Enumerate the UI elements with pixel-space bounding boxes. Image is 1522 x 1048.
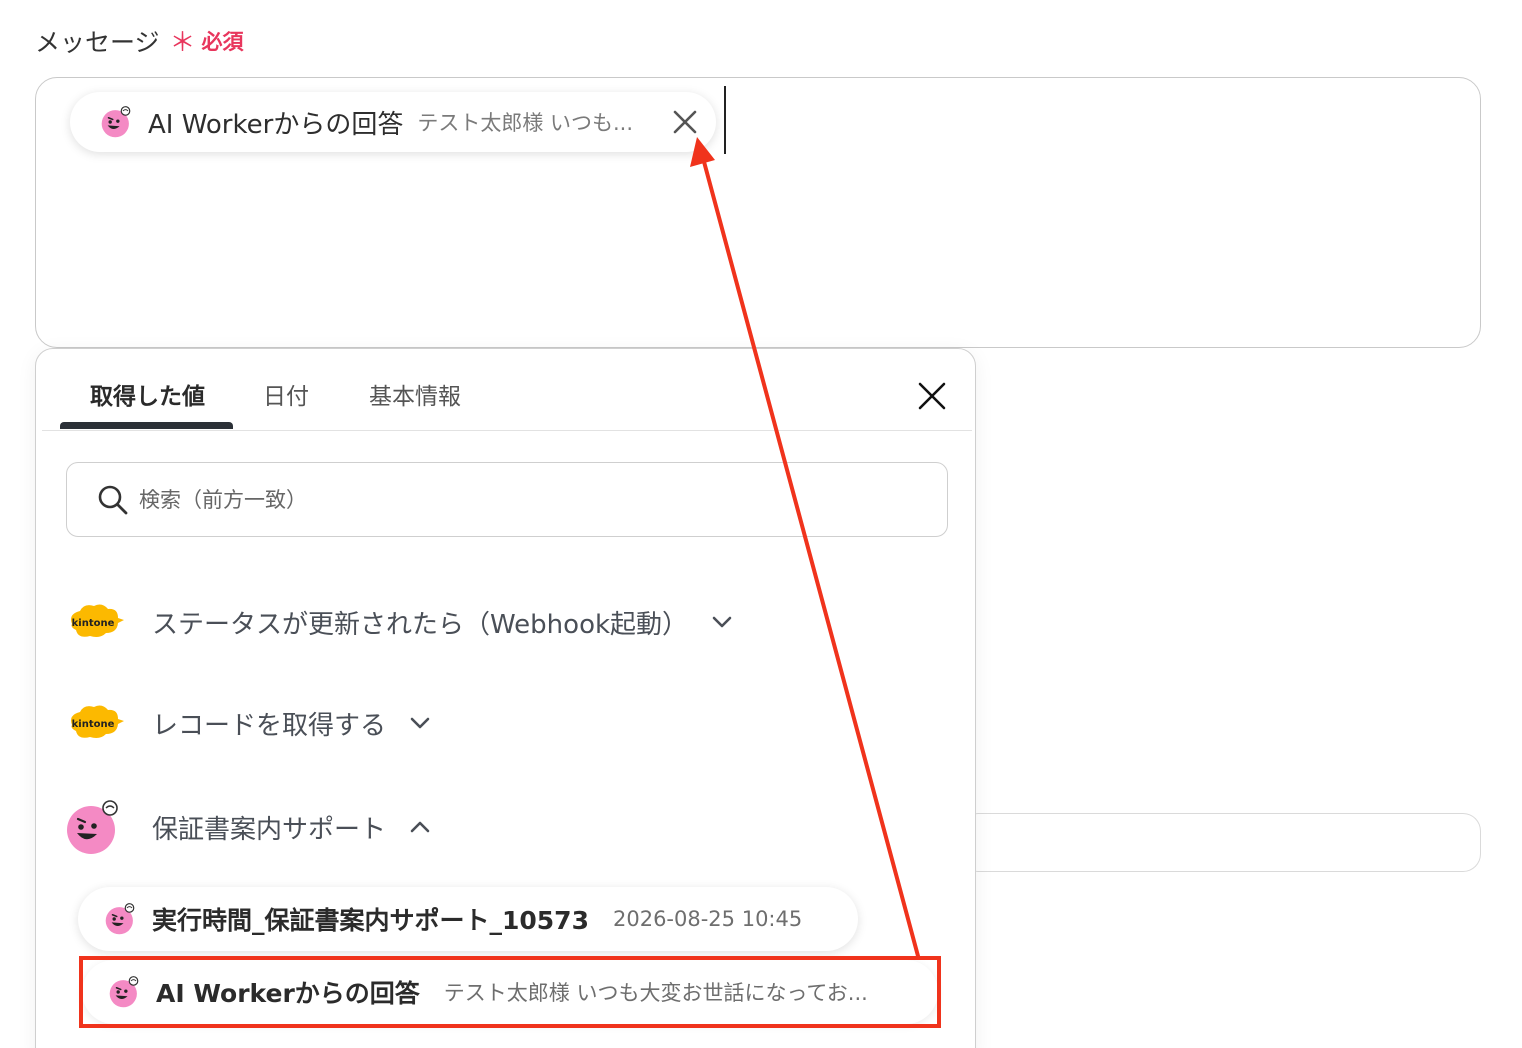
source-label: レコードを取得する — [152, 710, 387, 741]
chip-preview: テスト太郎様 いつも... — [417, 111, 634, 135]
tab-date[interactable]: 日付 — [263, 377, 309, 411]
ai-worker-icon — [105, 903, 135, 935]
ai-worker-icon — [67, 800, 118, 854]
background-input-field[interactable] — [960, 813, 1481, 872]
panel-tabs: 取得した値 日付 基本情報 — [42, 349, 972, 431]
inserted-value-chip[interactable]: AI Workerからの回答 テスト太郎様 いつも... — [70, 92, 716, 152]
kintone-logo: kintone — [71, 705, 124, 738]
item-value: テスト太郎様 いつも大変お世話になってお... — [443, 981, 868, 1005]
field-label-text: メッセージ — [35, 27, 160, 57]
ai-worker-icon — [101, 106, 131, 138]
kintone-logo-text: kintone — [72, 618, 115, 629]
required-text: 必須 — [201, 29, 244, 54]
ai-worker-icon — [109, 976, 139, 1008]
chevron-down-icon — [410, 717, 430, 729]
value-item-ai-worker-answer[interactable]: AI Workerからの回答 テスト太郎様 いつも大変お世話になってお... — [82, 960, 938, 1024]
source-label: 保証書案内サポート — [152, 814, 387, 845]
chevron-up-icon — [410, 821, 430, 833]
item-title: AI Workerからの回答 — [156, 979, 420, 1008]
item-value: 2026-08-25 10:45 — [612, 907, 803, 931]
kintone-logo-text: kintone — [72, 719, 115, 730]
search-icon — [98, 485, 128, 514]
kintone-logo: kintone — [71, 604, 124, 637]
message-field-label: メッセージ ＊ 必須 — [35, 22, 244, 59]
chip-close-icon[interactable] — [670, 107, 700, 137]
close-icon[interactable] — [916, 380, 948, 412]
source-label: ステータスが更新されたら（Webhook起動） — [152, 609, 689, 640]
source-get-record[interactable]: kintone レコードを取得する — [66, 703, 432, 743]
source-status-updated[interactable]: kintone ステータスが更新されたら（Webhook起動） — [66, 602, 734, 642]
value-item-execution-time[interactable]: 実行時間_保証書案内サポート_10573 2026-08-25 10:45 — [78, 887, 858, 951]
source-warranty-support[interactable]: 保証書案内サポート — [66, 799, 432, 855]
item-title: 実行時間_保証書案内サポート_10573 — [152, 906, 589, 935]
tab-fetched-values[interactable]: 取得した値 — [90, 377, 205, 411]
required-star: ＊ — [169, 28, 196, 58]
search-input[interactable] — [139, 487, 879, 512]
tab-basic-info[interactable]: 基本情報 — [369, 377, 461, 411]
chip-title: AI Workerからの回答 — [148, 109, 404, 140]
chevron-down-icon — [712, 616, 732, 628]
search-box[interactable] — [66, 462, 948, 537]
active-tab-indicator — [60, 422, 233, 429]
text-cursor — [724, 86, 726, 154]
